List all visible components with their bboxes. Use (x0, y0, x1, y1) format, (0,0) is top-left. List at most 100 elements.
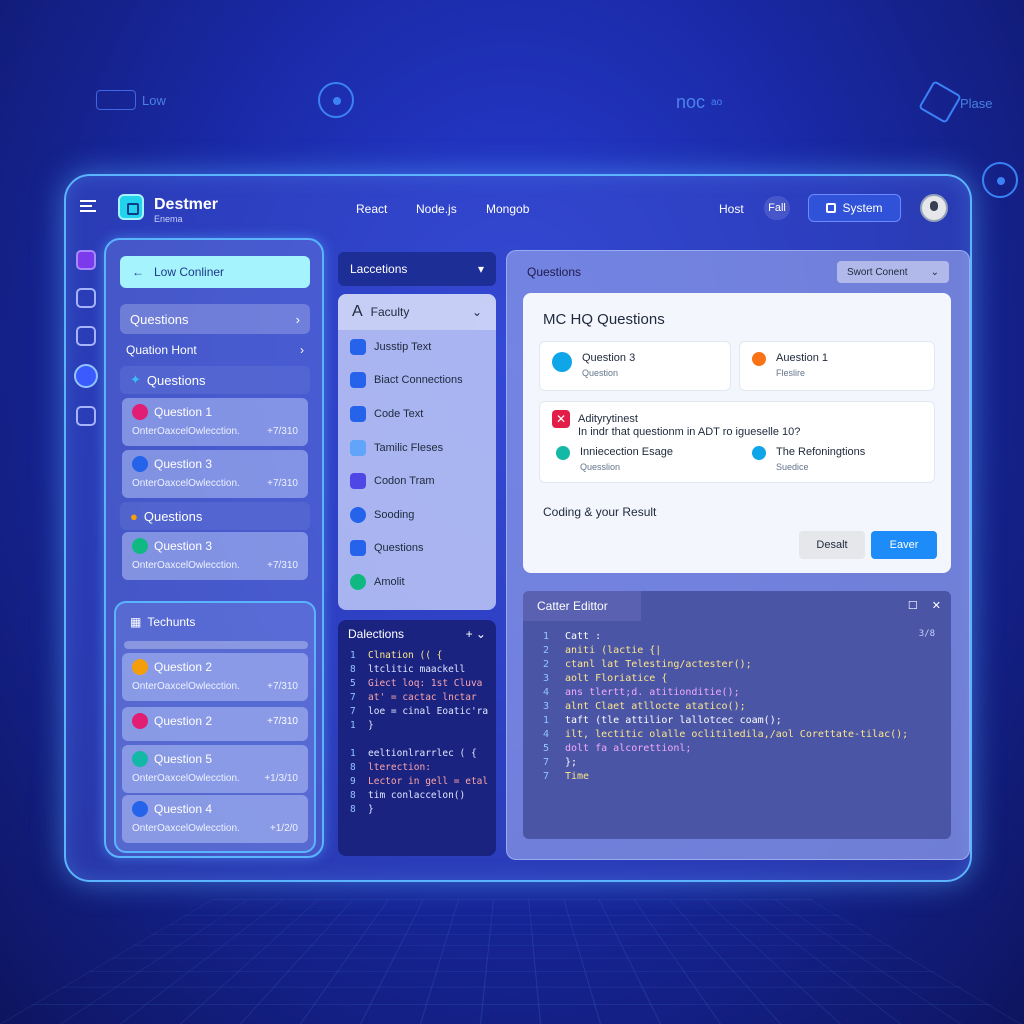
option-title: Auestion 1 (776, 352, 828, 364)
option-sub: Suedice (776, 462, 809, 472)
top-bar: Destmer Enema React Node.js Mongob Host … (66, 176, 970, 238)
fall-button[interactable]: Fall (764, 196, 790, 220)
questions-header[interactable]: Questions › (120, 304, 310, 334)
code-text: lterection: (368, 761, 431, 773)
list-item[interactable]: Code Text (338, 397, 496, 431)
background-deco-text: noc (676, 92, 706, 112)
question-text: In indr that questionm in ADT ro iguesel… (578, 426, 801, 438)
laccetions-dropdown[interactable]: Laccetions ▾ (338, 252, 496, 286)
nav-link-mongob[interactable]: Mongob (486, 202, 529, 216)
close-icon[interactable]: ✕ (932, 599, 941, 612)
code-line: 2 ctanl lat Telesting/actester(); (523, 657, 951, 671)
add-collapse-icons[interactable]: + ⌄ (466, 627, 486, 641)
dalections-label: Dalections (348, 627, 405, 641)
option-title: Inniecection Esage (580, 446, 673, 458)
list-item[interactable]: Sooding (338, 498, 496, 532)
question-icon (132, 456, 148, 472)
background-deco-text: Low (142, 92, 166, 108)
line-number: 1 (543, 630, 550, 642)
system-button[interactable]: System (808, 194, 901, 222)
nav-link-nodejs[interactable]: Node.js (416, 202, 457, 216)
divider (124, 641, 308, 649)
main-content: Questions Swort Conent ⌄ MC HQ Questions… (506, 250, 970, 860)
low-conliner-button[interactable]: ← Low Conliner (120, 256, 310, 288)
question-host-row[interactable]: Quation Hont › (120, 338, 310, 362)
question-icon (132, 538, 148, 554)
sort-label: Swort Conent (847, 266, 908, 278)
code-icon (350, 405, 366, 422)
list-item[interactable]: Question 3 OnterOaxcelOwlecction. +7/310 (122, 532, 308, 580)
maximize-icon[interactable]: ☐ (908, 599, 918, 612)
list-item[interactable]: Jusstip Text (338, 330, 496, 364)
hamburger-menu-icon[interactable] (80, 200, 96, 212)
list-item[interactable]: Question 2 +7/310 (122, 707, 308, 741)
question-icon (132, 751, 148, 767)
user-avatar[interactable] (920, 194, 948, 222)
eaver-button[interactable]: Eaver (871, 531, 937, 559)
questions-group-1[interactable]: ✦ Questions (120, 366, 310, 394)
list-item[interactable]: Biact Connections (338, 364, 496, 398)
item-title: Question 3 (154, 539, 213, 553)
archive-icon[interactable] (76, 406, 96, 426)
compass-icon[interactable] (74, 364, 98, 388)
code-text: tim conlaccelon() (368, 789, 466, 801)
list-item[interactable]: Question 3 OnterOaxcelOwlecction. +7/310 (122, 450, 308, 498)
code-text: } (368, 803, 374, 815)
list-item[interactable]: Question 4 OnterOaxcelOwlecction. +1/2/0 (122, 795, 308, 843)
system-icon (826, 203, 837, 213)
list-item[interactable]: Codon Tram (338, 464, 496, 498)
item-label: Questions (374, 542, 424, 555)
line-number: 4 (543, 728, 550, 740)
item-meta: +7/310 (267, 426, 298, 437)
line-number: 5 (543, 742, 550, 754)
host-link[interactable]: Host (719, 202, 744, 216)
list-item[interactable]: Question 2 OnterOaxcelOwlecction. +7/310 (122, 653, 308, 701)
option-sub: Fleslire (776, 368, 806, 378)
code-text: Giect loq: 1st Cluva (368, 677, 483, 689)
users-icon[interactable] (76, 288, 96, 308)
sub-option[interactable]: The Refoningtions Suedice (742, 440, 932, 480)
list-item[interactable]: Question 1 OnterOaxcelOwlecction. +7/310 (122, 398, 308, 446)
code-line: 1 eeltionlrarrlec ( { (338, 746, 496, 760)
list-item[interactable]: Question 5 OnterOaxcelOwlecction. +1/3/10 (122, 745, 308, 793)
code-text: alnt Claet atllocte atatico(); (565, 700, 746, 712)
sort-dropdown[interactable]: Swort Conent ⌄ (837, 261, 949, 283)
code-editor[interactable]: Catter Edittor ☐ ✕ 3/8 1 Catt :2 aniti (la… (523, 591, 951, 839)
item-title: Question 3 (154, 457, 213, 471)
list-item[interactable]: Amolit (338, 565, 496, 599)
option-card[interactable]: Question 3 Question (539, 341, 731, 391)
code-text: }; (565, 756, 578, 768)
editor-lines: 1 Catt : 2 aniti (lactie {| 2 ctanl lat Teles… (523, 629, 951, 783)
nav-link-react[interactable]: React (356, 202, 387, 216)
files-icon (350, 439, 366, 456)
list-item[interactable]: Tamilic Fleses (338, 431, 496, 465)
document-icon[interactable] (76, 250, 96, 270)
option-title: Question 3 (582, 352, 636, 364)
code-line: 1} (338, 718, 496, 732)
option-card[interactable]: Auestion 1 Fleslire (739, 341, 935, 391)
sub-option[interactable]: Inniecection Esage Quesslion (546, 440, 732, 480)
desalt-button[interactable]: Desalt (799, 531, 865, 559)
line-number: 9 (350, 775, 356, 787)
background-decoration-left: Low (96, 90, 166, 110)
code-text: Lector in gell = etal (368, 775, 489, 787)
item-label: Biact Connections (374, 374, 463, 387)
low-button-label: Low Conliner (154, 265, 225, 279)
editor-tab[interactable]: Catter Edittor (523, 591, 641, 621)
code-text: ilt, lectitic olalle oclitiledila,/aol C… (565, 728, 909, 740)
option-sub: Question (582, 368, 619, 378)
questions-group-2[interactable]: ● Questions (120, 502, 310, 530)
line-number: 8 (350, 789, 356, 801)
faculty-header[interactable]: A Faculty ⌄ (338, 294, 496, 330)
text-icon (350, 338, 366, 355)
chat-icon[interactable] (76, 326, 96, 346)
question-icon (132, 404, 148, 420)
chevron-down-icon: ⌄ (471, 305, 482, 319)
audit-icon (350, 573, 366, 590)
item-title: Question 2 (154, 660, 213, 674)
question-block: ✕ Adityrytinest In indr that questionm i… (539, 401, 935, 483)
list-item[interactable]: Questions (338, 532, 496, 566)
techunts-panel: ▦ Techunts Question 2 OnterOaxcelOwlecct… (114, 601, 316, 853)
code-line: 8 ltclitic maackell (338, 662, 496, 676)
code-line: 9 Lector in gell = etal (338, 774, 496, 788)
